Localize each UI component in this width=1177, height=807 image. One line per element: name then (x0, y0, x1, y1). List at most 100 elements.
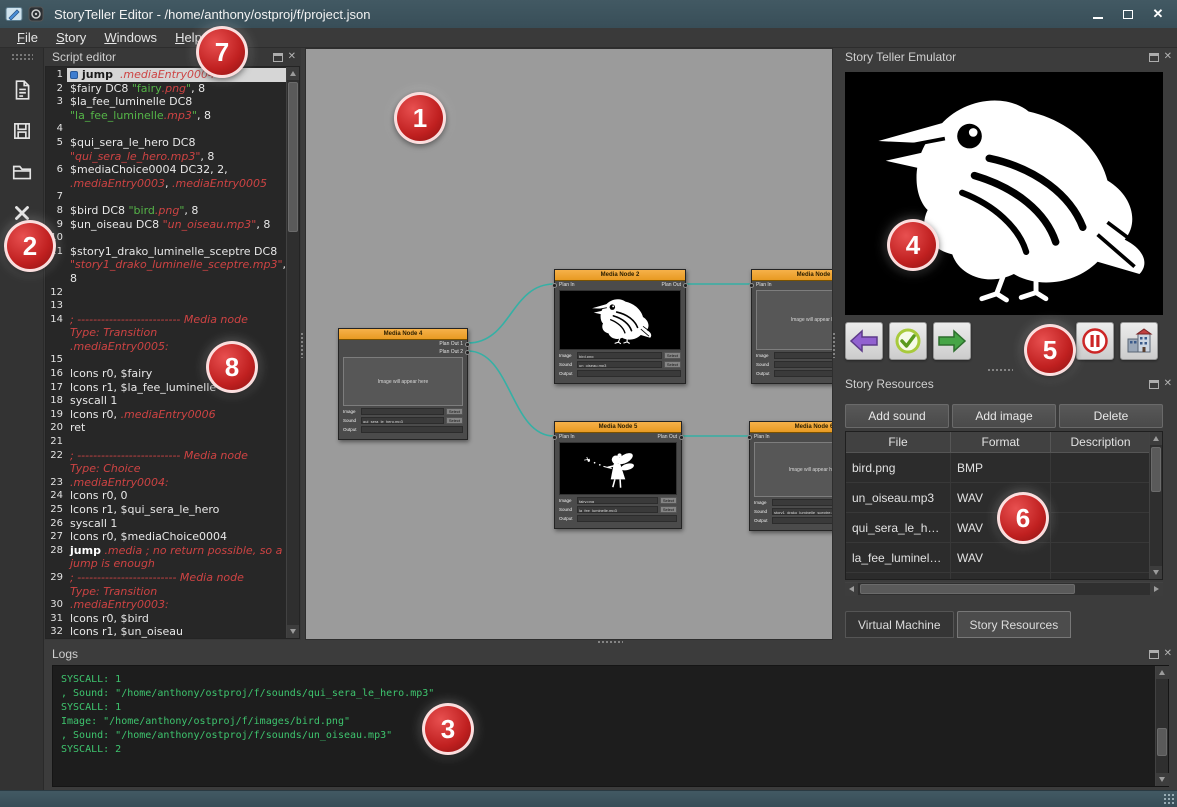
title-bar[interactable]: StoryTeller Editor - /home/anthony/ostpr… (0, 0, 1177, 28)
float-dock-icon[interactable] (273, 53, 283, 62)
port-label-out: Plan Out (662, 282, 681, 288)
field-value[interactable] (774, 370, 833, 377)
code-segment: ; -------------------------- Media node (70, 313, 248, 326)
scroll-down-arrow[interactable] (1156, 773, 1169, 786)
node-select-button[interactable]: Select (664, 361, 681, 368)
node-select-button[interactable]: Select (446, 408, 463, 415)
scroll-thumb[interactable] (1151, 447, 1161, 492)
close-dock-icon[interactable]: ✕ (1164, 379, 1172, 389)
new-script-button[interactable] (6, 74, 38, 106)
node-select-button[interactable]: Select (664, 352, 681, 359)
close-button[interactable]: ✕ (1143, 2, 1173, 26)
table-scrollbar[interactable] (1149, 432, 1162, 579)
scroll-up-arrow[interactable] (287, 67, 300, 80)
table-row[interactable]: bird.pngBMP (846, 453, 1162, 483)
field-value[interactable]: un_oiseau.mp3 (577, 361, 662, 368)
field-value[interactable] (361, 408, 444, 415)
home-button[interactable] (1120, 322, 1158, 360)
splitter-grip[interactable] (987, 368, 1013, 373)
code-line: 24lcons r0, 0 (46, 489, 286, 503)
splitter-grip[interactable] (300, 332, 305, 358)
tab-story-resources[interactable]: Story Resources (957, 611, 1072, 638)
close-dock-icon[interactable]: ✕ (1164, 52, 1172, 62)
field-value[interactable] (361, 426, 463, 433)
field-value[interactable] (774, 352, 833, 359)
media-node[interactable]: Media Node 5Plan InPlan Out Imagefairy.p… (554, 421, 682, 529)
splitter-grip[interactable] (832, 332, 837, 358)
line-number: 27 (46, 530, 67, 544)
column-header-file[interactable]: File (846, 432, 951, 452)
field-value[interactable]: story1_drako_luminelle_sceptre.mp3 (772, 508, 833, 515)
node-select-button[interactable]: Select (446, 417, 463, 424)
float-dock-icon[interactable] (1149, 650, 1159, 659)
code-editor[interactable]: 1jump .mediaEntry00042$fairy DC8 "fairy.… (45, 66, 300, 639)
logs-scrollbar[interactable] (1155, 666, 1168, 786)
menu-story[interactable]: Story (47, 29, 95, 46)
float-dock-icon[interactable] (1149, 53, 1159, 62)
maximize-button[interactable] (1113, 2, 1143, 26)
script-scrollbar[interactable] (286, 67, 299, 638)
resources-titlebar[interactable]: Story Resources ✕ (837, 375, 1177, 393)
tab-virtual-machine[interactable]: Virtual Machine (845, 611, 954, 638)
scroll-thumb[interactable] (1157, 728, 1167, 756)
node-select-button[interactable]: Select (660, 506, 677, 513)
bird-illustration (584, 294, 656, 346)
logs-titlebar[interactable]: Logs ✕ (44, 645, 1177, 663)
field-value[interactable] (577, 370, 681, 377)
table-hscrollbar[interactable] (845, 582, 1163, 595)
forward-button[interactable] (933, 322, 971, 360)
scroll-up-arrow[interactable] (1156, 666, 1169, 679)
save-button[interactable] (6, 115, 38, 147)
menu-windows[interactable]: Windows (95, 29, 166, 46)
node-field-output: Output (754, 517, 833, 524)
field-value[interactable]: qui_sera_le_hero.mp3 (361, 417, 444, 424)
script-editor-titlebar[interactable]: Script editor ✕ (44, 48, 301, 66)
menu-file[interactable]: File (8, 29, 47, 46)
field-value[interactable]: la_fee_luminelle.mp3 (577, 506, 658, 513)
field-value[interactable] (774, 361, 833, 368)
scroll-thumb[interactable] (860, 584, 1075, 594)
media-node[interactable]: Media Node 2Plan InPlan Out Imagebird.pn… (554, 269, 686, 384)
scroll-up-arrow[interactable] (1150, 432, 1163, 445)
splitter-grip[interactable] (597, 640, 623, 645)
scroll-thumb[interactable] (288, 82, 298, 232)
field-value[interactable]: fairy.png (577, 497, 658, 504)
media-node[interactable]: Media Node 6Plan InImage will appear her… (749, 421, 833, 531)
resources-table-header: FileFormatDescription (846, 432, 1162, 453)
minimize-button[interactable] (1083, 2, 1113, 26)
table-row[interactable]: la_fee_luminelle.mp3WAV (846, 543, 1162, 573)
logs-output[interactable]: SYSCALL: 1, Sound: "/home/anthony/ostpro… (52, 665, 1169, 787)
delete-button[interactable]: Delete (1059, 404, 1163, 428)
resize-grip[interactable] (1163, 793, 1175, 805)
node-title: Media Node 5 (555, 422, 681, 433)
back-button[interactable] (845, 322, 883, 360)
toolbar-grip[interactable] (11, 53, 33, 60)
column-header-description[interactable]: Description (1051, 432, 1151, 452)
field-value[interactable] (772, 517, 833, 524)
add-image-button[interactable]: Add image (952, 404, 1056, 428)
dock-title: Story Resources (845, 377, 934, 391)
scroll-down-arrow[interactable] (287, 625, 300, 638)
approve-button[interactable] (889, 322, 927, 360)
node-select-button[interactable]: Select (660, 497, 677, 504)
float-dock-icon[interactable] (1149, 380, 1159, 389)
media-node[interactable]: Media Node 4Plan Out 1Plan Out 2Image wi… (338, 328, 468, 440)
column-header-format[interactable]: Format (951, 432, 1051, 452)
node-title: Media Node 4 (339, 329, 467, 340)
scroll-right-arrow[interactable] (1150, 583, 1163, 596)
node-canvas[interactable]: Media Node 4Plan Out 1Plan Out 2Image wi… (305, 48, 833, 640)
scroll-down-arrow[interactable] (1150, 566, 1163, 579)
field-value[interactable]: bird.png (577, 352, 662, 359)
pause-button[interactable] (1076, 322, 1114, 360)
line-number (46, 326, 67, 340)
add-sound-button[interactable]: Add sound (845, 404, 949, 428)
media-node[interactable]: Media Node 3Plan InImage will appear her… (751, 269, 833, 384)
table-row[interactable]: fairy.pngBMP (846, 573, 1162, 580)
open-project-button[interactable] (6, 156, 38, 188)
scroll-left-arrow[interactable] (845, 583, 858, 596)
close-dock-icon[interactable]: ✕ (1164, 649, 1172, 659)
close-dock-icon[interactable]: ✕ (288, 52, 296, 62)
field-value[interactable] (577, 515, 677, 522)
emulator-titlebar[interactable]: Story Teller Emulator ✕ (837, 48, 1177, 66)
field-value[interactable] (772, 499, 833, 506)
